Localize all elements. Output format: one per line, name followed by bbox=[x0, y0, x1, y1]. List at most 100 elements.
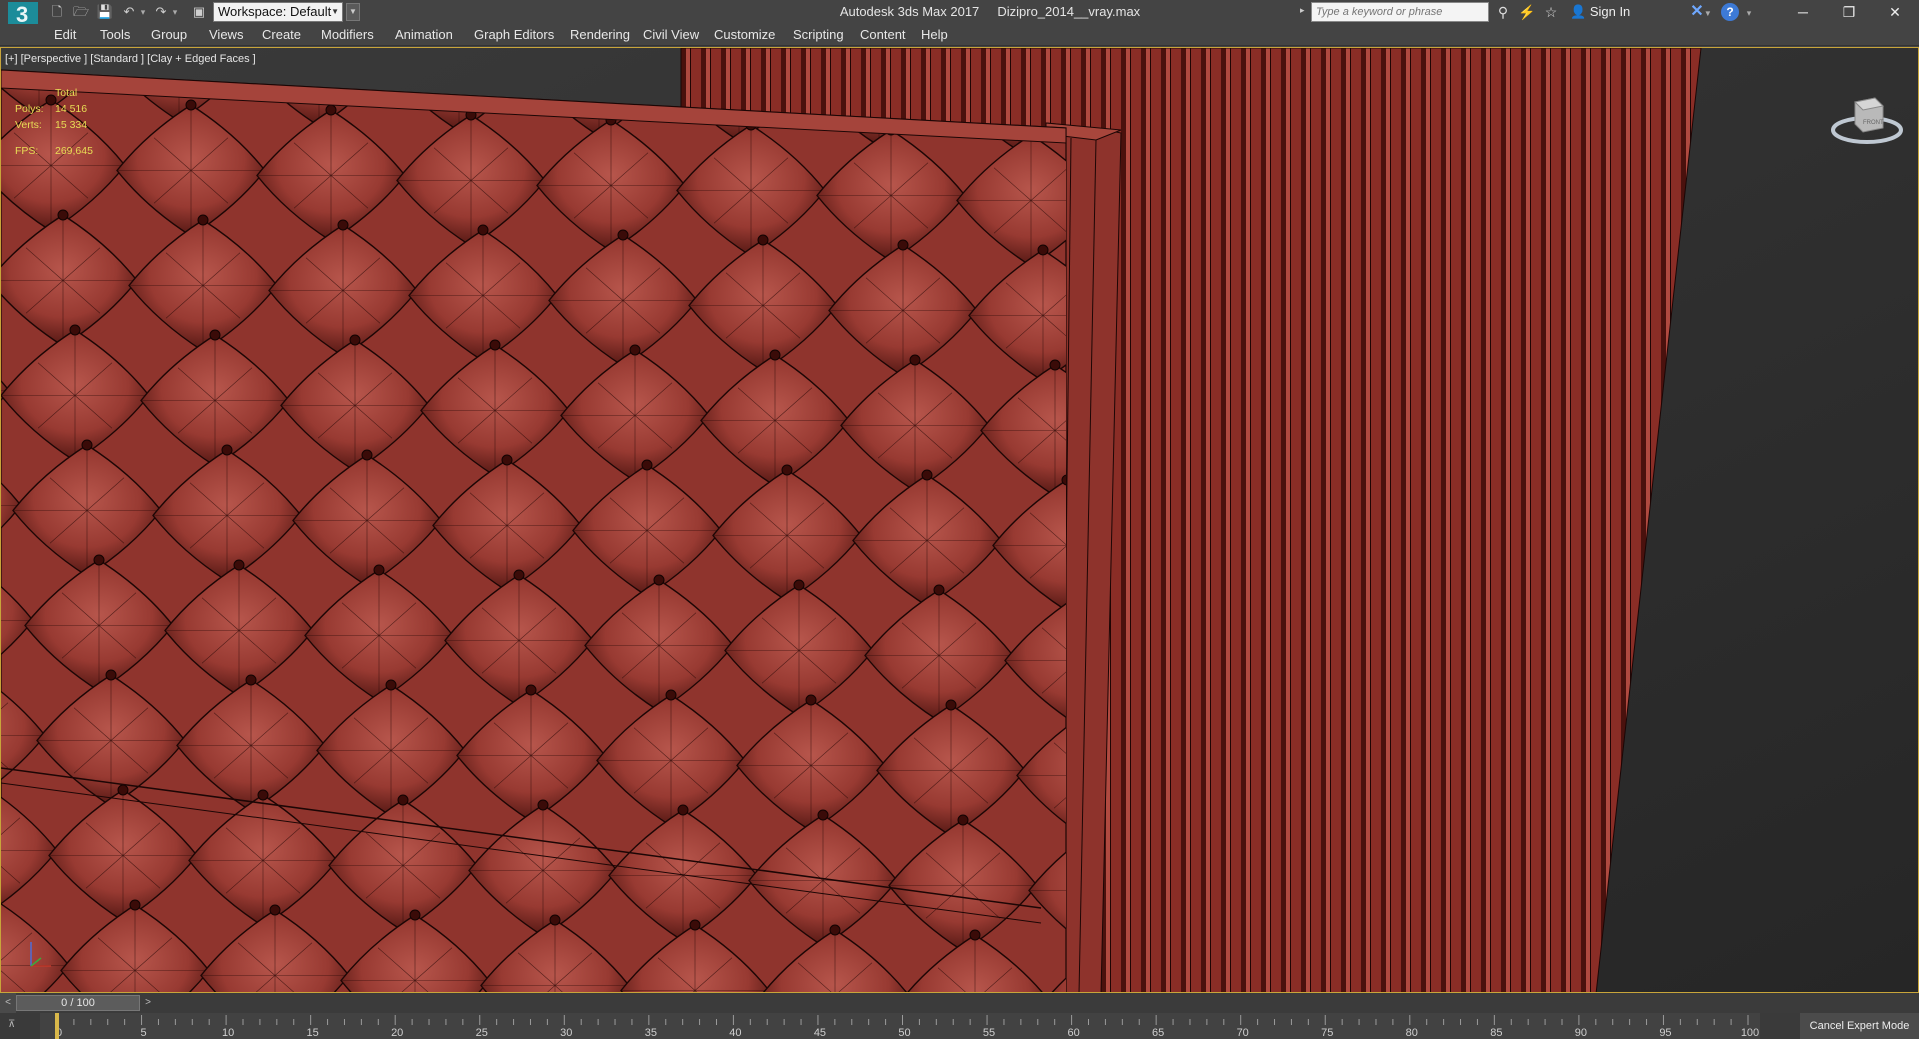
timeline-tick-label: 15 bbox=[307, 1027, 319, 1039]
tuft-button bbox=[921, 469, 933, 481]
tuft-button bbox=[945, 699, 957, 711]
tuft-button bbox=[793, 579, 805, 591]
close-button[interactable]: ✕ bbox=[1872, 0, 1918, 24]
search-expand-icon[interactable]: ▸ bbox=[1300, 5, 1305, 16]
menu-rendering[interactable]: Rendering bbox=[570, 24, 630, 46]
tuft-button bbox=[257, 789, 269, 801]
timeline-tick-label: 45 bbox=[814, 1027, 826, 1039]
tuft-button bbox=[185, 99, 197, 111]
sign-in-label: Sign In bbox=[1589, 4, 1631, 19]
timeline-tick-label: 95 bbox=[1659, 1027, 1671, 1039]
open-folder-icon[interactable]: 🗁 bbox=[72, 3, 90, 21]
timeline-tick-label: 90 bbox=[1575, 1027, 1587, 1039]
menu-bar: Edit Tools Group Views Create Modifiers … bbox=[0, 24, 1919, 46]
tuft-button bbox=[537, 799, 549, 811]
tuft-button bbox=[397, 794, 409, 806]
tuft-button bbox=[489, 339, 501, 351]
menu-content[interactable]: Content bbox=[860, 24, 906, 46]
fps-value: 269,645 bbox=[55, 145, 93, 157]
save-icon[interactable]: 💾 bbox=[96, 3, 114, 21]
tuft-button bbox=[93, 554, 105, 566]
workspace-label: Workspace: Default bbox=[218, 4, 332, 19]
tuft-button bbox=[105, 669, 117, 681]
tuft-button bbox=[617, 229, 629, 241]
timeline-tick-label: 75 bbox=[1321, 1027, 1333, 1039]
timeline-tick-label: 80 bbox=[1406, 1027, 1418, 1039]
fps-label: FPS: bbox=[15, 145, 39, 157]
menu-customize[interactable]: Customize bbox=[714, 24, 775, 46]
timeline-tick-label: 100 bbox=[1741, 1027, 1759, 1039]
communication-center-icon[interactable]: ⚡ bbox=[1518, 3, 1536, 21]
tuft-button bbox=[653, 574, 665, 586]
viewcube-icon[interactable]: FRONT bbox=[1827, 80, 1907, 160]
menu-edit[interactable]: Edit bbox=[54, 24, 76, 46]
menu-scripting[interactable]: Scripting bbox=[793, 24, 844, 46]
timeline-tick-label: 40 bbox=[729, 1027, 741, 1039]
time-slider-bar: < 0 / 100 > bbox=[0, 993, 1919, 1013]
tuft-button bbox=[829, 924, 841, 936]
time-slider-next-icon[interactable]: > bbox=[140, 993, 156, 1013]
undo-history-dropdown-icon[interactable]: ▾ bbox=[138, 3, 148, 21]
menu-animation[interactable]: Animation bbox=[395, 24, 453, 46]
tuft-button bbox=[361, 449, 373, 461]
tuft-button bbox=[781, 464, 793, 476]
redo-history-dropdown-icon[interactable]: ▾ bbox=[170, 3, 180, 21]
menu-tools[interactable]: Tools bbox=[100, 24, 130, 46]
redo-icon[interactable]: ↷ bbox=[152, 3, 170, 21]
tuft-button bbox=[629, 344, 641, 356]
menu-group[interactable]: Group bbox=[151, 24, 187, 46]
help-icon[interactable]: ? bbox=[1721, 3, 1739, 21]
timeline-tick-label: 55 bbox=[983, 1027, 995, 1039]
tuft-button bbox=[197, 214, 209, 226]
tuft-button bbox=[817, 809, 829, 821]
tuft-button bbox=[385, 679, 397, 691]
binoculars-search-icon[interactable]: ⚲ bbox=[1494, 3, 1512, 21]
exchange-apps-icon[interactable]: ✕ bbox=[1686, 3, 1708, 21]
tuft-button bbox=[337, 219, 349, 231]
menu-modifiers[interactable]: Modifiers bbox=[321, 24, 374, 46]
time-slider[interactable]: 0 / 100 bbox=[16, 995, 140, 1011]
tuft-button bbox=[57, 209, 69, 221]
cancel-expert-mode-button[interactable]: Cancel Expert Mode bbox=[1800, 1013, 1919, 1039]
tuft-button bbox=[769, 349, 781, 361]
menu-views[interactable]: Views bbox=[209, 24, 243, 46]
perspective-viewport[interactable]: [+] [Perspective ] [Standard ] [Clay + E… bbox=[0, 47, 1919, 993]
tuft-button bbox=[409, 909, 421, 921]
minimize-button[interactable]: ─ bbox=[1780, 0, 1826, 24]
help-dropdown-icon[interactable]: ▾ bbox=[1744, 4, 1754, 22]
tuft-button bbox=[513, 569, 525, 581]
tuft-button bbox=[373, 564, 385, 576]
search-input[interactable] bbox=[1311, 2, 1489, 22]
menu-create[interactable]: Create bbox=[262, 24, 301, 46]
track-bar[interactable]: ⊼ 05101520253035404550556065707580859095… bbox=[0, 1013, 1919, 1039]
menu-help[interactable]: Help bbox=[921, 24, 948, 46]
favorites-star-icon[interactable]: ☆ bbox=[1542, 3, 1560, 21]
time-slider-prev-icon[interactable]: < bbox=[0, 993, 16, 1013]
viewport-label-menu[interactable]: [+] [Perspective ] [Standard ] [Clay + E… bbox=[5, 53, 256, 65]
scene-render[interactable] bbox=[1, 48, 1919, 993]
timeline-ruler[interactable]: 0510152025303540455055606570758085909510… bbox=[0, 1013, 1800, 1039]
workspace-dropdown[interactable]: Workspace: Default ▼ bbox=[213, 2, 343, 22]
menu-graph-editors[interactable]: Graph Editors bbox=[474, 24, 554, 46]
tuft-button bbox=[117, 784, 129, 796]
tuft-button bbox=[677, 804, 689, 816]
tuft-button bbox=[897, 239, 909, 251]
axis-tripod-icon bbox=[30, 942, 51, 967]
project-folder-icon[interactable]: ▣ bbox=[190, 3, 208, 21]
timeline-tick-label: 35 bbox=[645, 1027, 657, 1039]
viewcube-face-label: FRONT bbox=[1863, 120, 1884, 126]
tuft-button bbox=[757, 234, 769, 246]
tuft-button bbox=[525, 684, 537, 696]
undo-icon[interactable]: ↶ bbox=[120, 3, 138, 21]
tuft-button bbox=[209, 329, 221, 341]
tuft-button bbox=[1049, 359, 1061, 371]
menu-civil-view[interactable]: Civil View bbox=[643, 24, 699, 46]
tuft-button bbox=[349, 334, 361, 346]
timeline-tick-label: 10 bbox=[222, 1027, 234, 1039]
restore-button[interactable]: ❐ bbox=[1826, 0, 1872, 24]
window-title: Autodesk 3ds Max 2017 Dizipro_2014__vray… bbox=[839, 4, 1141, 19]
tuft-button bbox=[129, 899, 141, 911]
quick-access-customize-icon[interactable]: ▼ bbox=[346, 3, 360, 21]
new-file-icon[interactable]: 🗋 bbox=[48, 3, 66, 21]
current-frame-marker bbox=[55, 1013, 59, 1039]
